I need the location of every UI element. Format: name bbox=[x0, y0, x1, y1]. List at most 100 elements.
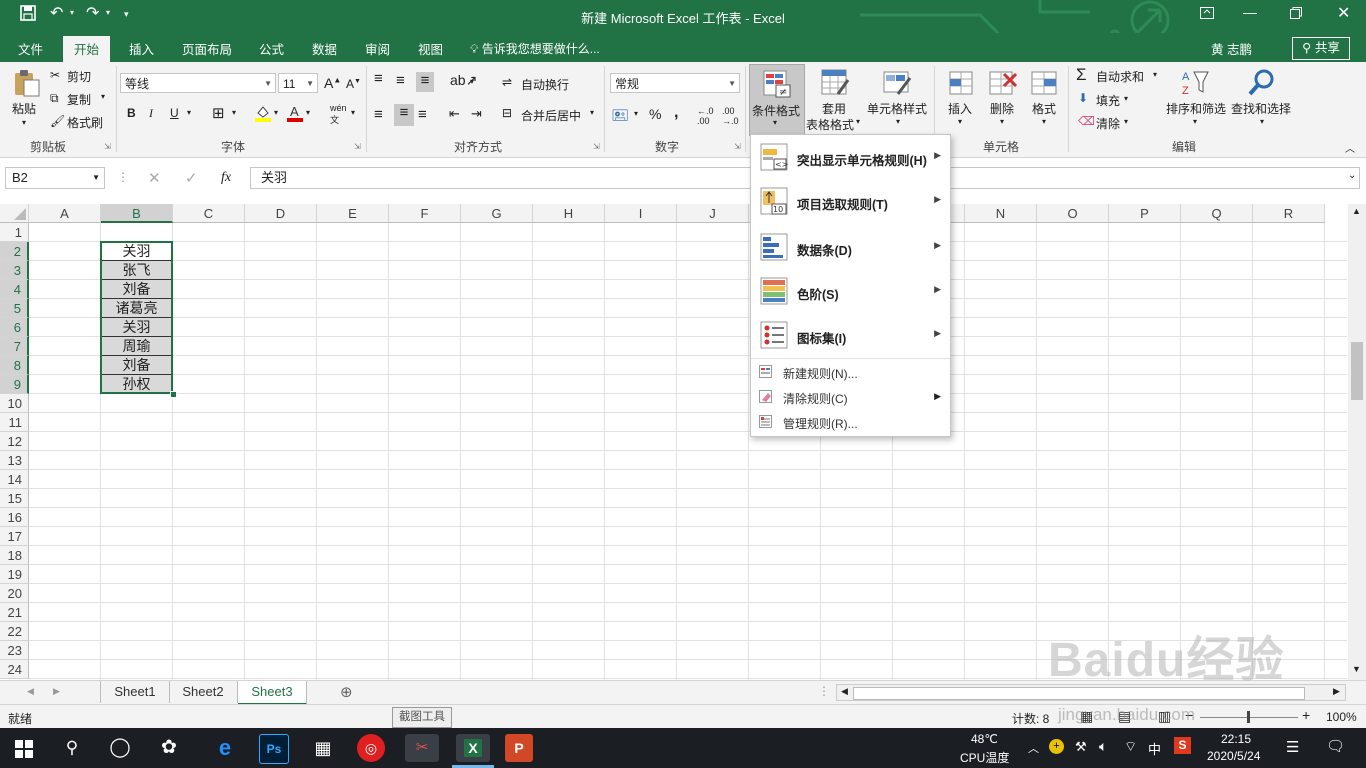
row-header-13[interactable]: 13 bbox=[0, 451, 29, 470]
chevron-down-icon[interactable]: ▾ bbox=[1193, 117, 1197, 126]
row-header-8[interactable]: 8 bbox=[0, 356, 29, 375]
increase-indent-icon[interactable]: ⇥ bbox=[471, 106, 482, 122]
sheet-tab-3[interactable]: Sheet3 bbox=[238, 681, 307, 705]
underline-dropdown-icon[interactable]: ▾ bbox=[187, 108, 191, 117]
sort-filter-icon[interactable]: AZ bbox=[1180, 68, 1210, 98]
row-header-5[interactable]: 5 bbox=[0, 299, 29, 318]
increase-font-icon[interactable]: A▲ bbox=[324, 75, 341, 91]
vertical-scrollbar[interactable]: ▲ ▼ bbox=[1348, 204, 1366, 680]
windows-start-icon[interactable] bbox=[15, 740, 33, 758]
format-painter-button[interactable]: 格式刷 bbox=[67, 114, 103, 131]
tab-page-layout[interactable]: 页面布局 bbox=[182, 39, 232, 58]
netease-music-icon[interactable]: ◎ bbox=[357, 734, 385, 762]
select-all-corner[interactable] bbox=[0, 204, 29, 223]
insert-label[interactable]: 插入 bbox=[948, 100, 972, 117]
autosum-dropdown-icon[interactable]: ▾ bbox=[1153, 70, 1157, 79]
delete-cells-icon[interactable] bbox=[988, 68, 1018, 98]
zoom-in-icon[interactable]: + bbox=[1302, 707, 1310, 723]
column-header-r[interactable]: R bbox=[1253, 204, 1325, 223]
column-header-i[interactable]: I bbox=[605, 204, 677, 223]
fill-color-dropdown-icon[interactable]: ▾ bbox=[274, 108, 278, 117]
fill-handle[interactable] bbox=[170, 391, 177, 398]
column-header-g[interactable]: G bbox=[461, 204, 533, 223]
fill-color-icon[interactable] bbox=[254, 104, 272, 122]
column-header-h[interactable]: H bbox=[533, 204, 605, 223]
align-center-icon[interactable]: ≡ bbox=[394, 104, 414, 126]
row-header-19[interactable]: 19 bbox=[0, 565, 29, 584]
format-as-table-label-2[interactable]: 表格格式 bbox=[806, 116, 854, 133]
scroll-up-icon[interactable]: ▲ bbox=[1352, 206, 1361, 216]
zoom-level[interactable]: 100% bbox=[1326, 710, 1357, 724]
tab-view[interactable]: 视图 bbox=[418, 39, 443, 58]
collapse-ribbon-icon[interactable]: ︿ bbox=[1345, 140, 1355, 155]
percent-button[interactable]: % bbox=[649, 106, 661, 122]
insert-cells-icon[interactable] bbox=[946, 68, 976, 98]
delete-label[interactable]: 删除 bbox=[990, 100, 1014, 117]
row-header-20[interactable]: 20 bbox=[0, 584, 29, 603]
menu-item-top-bottom-rules[interactable]: 10 项目选取规则(T) ▶ bbox=[751, 179, 950, 223]
split-handle-icon[interactable]: ⋮ bbox=[818, 684, 830, 698]
font-size-combo[interactable]: 11 ▼ bbox=[278, 73, 318, 93]
borders-icon[interactable]: ⊞ bbox=[212, 104, 225, 122]
clear-button[interactable]: 清除 bbox=[1096, 115, 1120, 132]
font-name-combo[interactable]: 等线 ▼ bbox=[120, 73, 276, 93]
fill-button[interactable]: 填充 bbox=[1096, 92, 1120, 109]
cancel-icon[interactable]: ✕ bbox=[148, 169, 161, 187]
merge-dropdown-icon[interactable]: ▾ bbox=[590, 108, 594, 117]
column-header-o[interactable]: O bbox=[1037, 204, 1109, 223]
font-color-icon[interactable]: A bbox=[286, 104, 304, 122]
prev-sheet-icon[interactable]: ◀ bbox=[27, 686, 34, 697]
align-right-icon[interactable]: ≡ bbox=[418, 106, 427, 123]
ribbon-display-icon[interactable] bbox=[1200, 6, 1214, 22]
row-header-23[interactable]: 23 bbox=[0, 641, 29, 660]
wrap-text-button[interactable]: 自动换行 bbox=[521, 76, 569, 93]
row-header-1[interactable]: 1 bbox=[0, 223, 29, 242]
underline-button[interactable]: U bbox=[170, 106, 179, 120]
row-header-14[interactable]: 14 bbox=[0, 470, 29, 489]
edge-browser-icon[interactable]: e bbox=[211, 734, 239, 762]
menu-item-new-rule[interactable]: 新建规则(N)... bbox=[751, 360, 950, 384]
search-icon[interactable]: ⚲ bbox=[58, 734, 86, 762]
paste-button[interactable]: 粘贴 bbox=[12, 100, 36, 117]
comma-button[interactable]: , bbox=[674, 104, 678, 122]
name-box[interactable]: B2 ▼ bbox=[5, 167, 105, 189]
restore-button[interactable] bbox=[1290, 6, 1302, 22]
paste-dropdown-icon[interactable]: ▾ bbox=[22, 118, 26, 127]
column-header-b[interactable]: B bbox=[101, 204, 173, 223]
menu-item-data-bars[interactable]: 数据条(D) ▶ bbox=[751, 225, 950, 269]
share-button[interactable]: ⚲ 共享 bbox=[1292, 37, 1350, 60]
phonetic-dropdown-icon[interactable]: ▾ bbox=[351, 108, 355, 117]
paste-icon[interactable] bbox=[12, 68, 42, 98]
sheet-tab-2[interactable]: Sheet2 bbox=[169, 681, 238, 703]
insert-function-icon[interactable]: fx bbox=[221, 170, 231, 186]
chevron-down-icon[interactable]: ▾ bbox=[1042, 117, 1046, 126]
close-button[interactable]: ✕ bbox=[1337, 3, 1350, 23]
format-label[interactable]: 格式 bbox=[1032, 100, 1056, 117]
tell-me-box[interactable]: 💡︎ 告诉我您想要做什么... bbox=[470, 40, 600, 57]
menu-item-icon-sets[interactable]: 图标集(I) ▶ bbox=[751, 313, 950, 357]
dialog-launcher-icon[interactable]: ⇲ bbox=[734, 142, 741, 151]
row-header-10[interactable]: 10 bbox=[0, 394, 29, 413]
orientation-dropdown-icon[interactable]: ▾ bbox=[470, 77, 474, 86]
column-header-p[interactable]: P bbox=[1109, 204, 1181, 223]
format-cells-icon[interactable] bbox=[1030, 68, 1060, 98]
photoshop-icon[interactable]: Ps bbox=[259, 734, 289, 764]
cell-styles-icon[interactable] bbox=[882, 68, 912, 98]
borders-dropdown-icon[interactable]: ▾ bbox=[232, 108, 236, 117]
worksheet-grid[interactable]: ABCDEFGHIJKLMNOPQR 123456789101112131415… bbox=[0, 204, 1347, 680]
tab-formulas[interactable]: 公式 bbox=[259, 39, 284, 58]
user-name[interactable]: 黄 志鹏 bbox=[1211, 39, 1252, 58]
decrease-indent-icon[interactable]: ⇤ bbox=[449, 106, 460, 122]
tab-insert[interactable]: 插入 bbox=[129, 39, 154, 58]
conditional-format-button[interactable]: ≠ 条件格式 ▾ bbox=[749, 64, 805, 136]
dialog-launcher-icon[interactable]: ⇲ bbox=[593, 142, 600, 151]
wifi-icon[interactable]: ⌔ bbox=[1124, 738, 1137, 756]
align-middle-icon[interactable]: ≡ bbox=[396, 72, 405, 89]
row-header-6[interactable]: 6 bbox=[0, 318, 29, 337]
sort-filter-label[interactable]: 排序和筛选 bbox=[1166, 100, 1226, 117]
clock-date[interactable]: 2020/5/24 bbox=[1207, 749, 1260, 763]
row-header-7[interactable]: 7 bbox=[0, 337, 29, 356]
row-header-22[interactable]: 22 bbox=[0, 622, 29, 641]
align-top-icon[interactable]: ≡ bbox=[374, 70, 383, 87]
chevron-down-icon[interactable]: ▾ bbox=[896, 117, 900, 126]
